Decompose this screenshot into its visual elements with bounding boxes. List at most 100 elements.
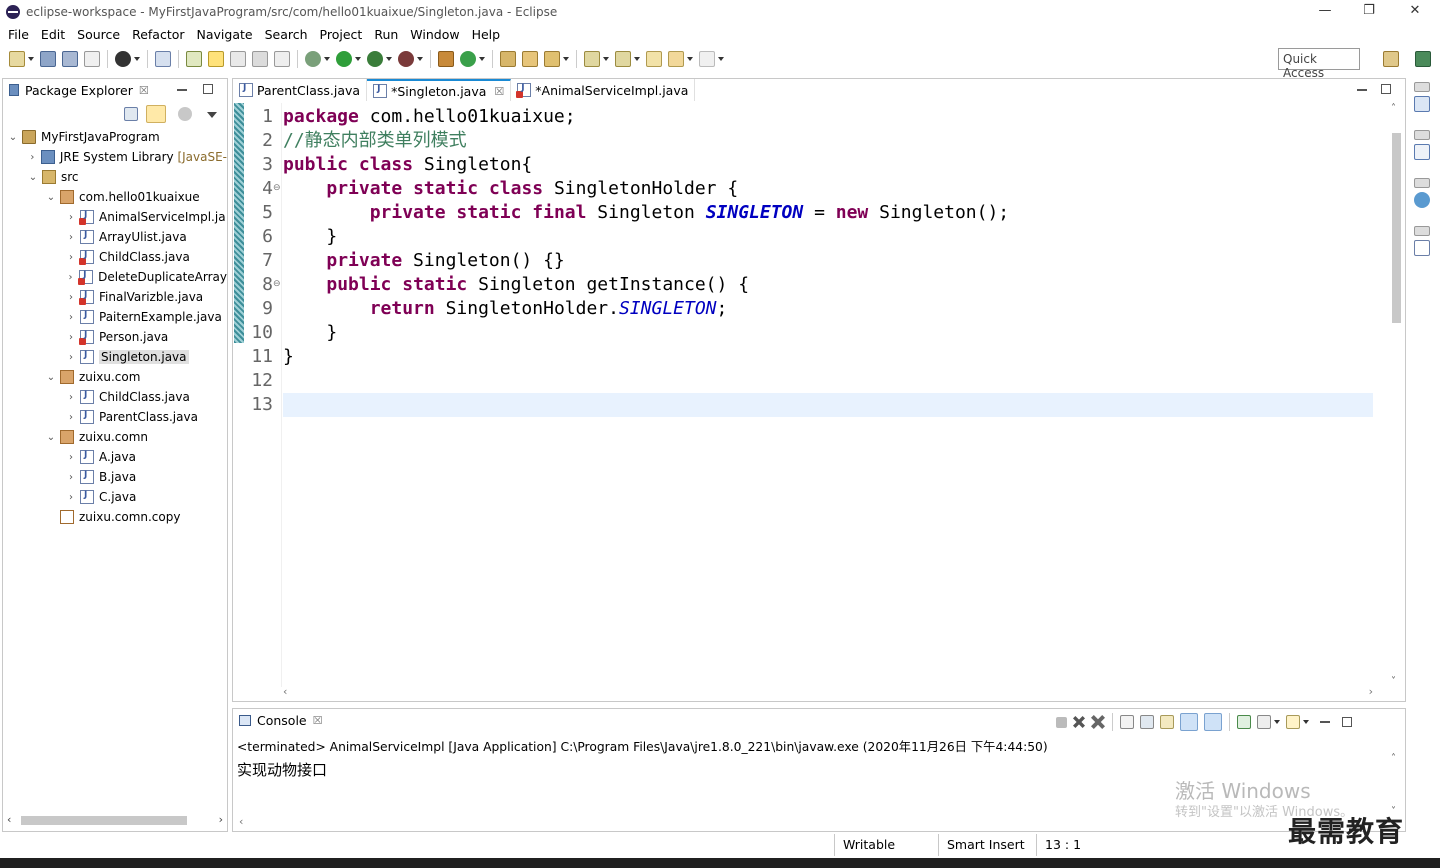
chevron-down-icon[interactable]: ⌄ (45, 192, 57, 203)
back-icon[interactable] (668, 51, 684, 67)
code-line[interactable]: private Singleton() {} (283, 249, 1373, 273)
tree-item-file[interactable]: › Person.java (3, 327, 227, 347)
fold-toggle-icon[interactable]: ⊖ (273, 183, 281, 193)
task-list-icon[interactable] (1414, 144, 1430, 160)
chevron-down-icon[interactable] (563, 57, 569, 61)
scroll-down-icon[interactable]: ˅ (1391, 676, 1396, 687)
remove-all-launches-icon[interactable] (1091, 715, 1105, 729)
chevron-right-icon[interactable]: › (65, 472, 77, 483)
code-line[interactable]: public static Singleton getInstance() { (283, 273, 1373, 297)
save-icon[interactable] (40, 51, 56, 67)
chevron-down-icon[interactable] (28, 57, 34, 61)
restore-view-icon[interactable] (1414, 130, 1430, 140)
chevron-down-icon[interactable] (634, 57, 640, 61)
clear-console-icon[interactable] (1120, 715, 1134, 729)
tree-item-file[interactable]: › ParentClass.java (3, 407, 227, 427)
new-java-class-icon[interactable] (460, 51, 476, 67)
run-icon[interactable] (336, 51, 352, 67)
new-icon[interactable] (9, 51, 25, 67)
menu-refactor[interactable]: Refactor (128, 27, 192, 42)
scroll-left-icon[interactable]: ‹ (239, 815, 243, 828)
scrollbar-thumb[interactable] (21, 816, 187, 825)
chevron-right-icon[interactable]: › (65, 452, 77, 463)
tree-item-package[interactable]: zuixu.comn.copy (3, 507, 227, 527)
chevron-down-icon[interactable] (386, 57, 392, 61)
scroll-lock-icon[interactable] (1140, 715, 1154, 729)
chevron-right-icon[interactable]: › (65, 332, 77, 343)
collapse-all-icon[interactable] (124, 107, 138, 121)
menu-edit[interactable]: Edit (37, 27, 73, 42)
open-perspective-icon[interactable] (1383, 51, 1399, 67)
tree-item-file[interactable]: › AnimalServiceImpl.ja (3, 207, 227, 227)
console-vscroll[interactable]: ˄ ˅ (1389, 753, 1403, 817)
scrollbar-thumb[interactable] (1392, 133, 1401, 323)
menu-window[interactable]: Window (406, 27, 467, 42)
tree-item-file[interactable]: › ChildClass.java (3, 247, 227, 267)
menu-run[interactable]: Run (370, 27, 406, 42)
chevron-right-icon[interactable]: › (65, 392, 77, 403)
tree-item-file-selected[interactable]: › Singleton.java (3, 347, 227, 367)
chevron-down-icon[interactable]: ⌄ (45, 432, 57, 443)
menu-file[interactable]: File (4, 27, 37, 42)
scroll-left-icon[interactable]: ‹ (283, 685, 287, 698)
java-perspective-icon[interactable] (1415, 51, 1431, 67)
tree-item-file[interactable]: › C.java (3, 487, 227, 507)
chevron-right-icon[interactable]: › (65, 232, 77, 243)
debug-icon[interactable] (305, 51, 321, 67)
code-line[interactable] (283, 369, 1373, 393)
link-with-editor-icon[interactable] (146, 105, 166, 123)
open-console-icon[interactable] (1286, 715, 1300, 729)
external-tools-icon[interactable] (398, 51, 414, 67)
tree-item-jre[interactable]: › JRE System Library [JavaSE- (3, 147, 227, 167)
chevron-down-icon[interactable] (134, 57, 140, 61)
close-icon[interactable]: ☒ (139, 84, 149, 97)
menu-project[interactable]: Project (316, 27, 371, 42)
debug-profile-icon[interactable] (115, 51, 131, 67)
tree-item-package[interactable]: ⌄ zuixu.com (3, 367, 227, 387)
code-line[interactable] (283, 393, 1373, 417)
restore-view-icon[interactable] (1414, 178, 1430, 188)
scroll-right-icon[interactable]: › (1369, 685, 1373, 698)
tree-item-file[interactable]: › B.java (3, 467, 227, 487)
restore-button[interactable]: ❐ (1346, 0, 1392, 24)
chevron-down-icon[interactable] (1303, 720, 1309, 724)
restore-view-icon[interactable] (1414, 226, 1430, 236)
code-line[interactable]: } (283, 321, 1373, 345)
block-selection-icon[interactable] (252, 51, 268, 67)
print-icon[interactable] (84, 51, 100, 67)
forward-icon[interactable] (699, 51, 715, 67)
scroll-right-icon[interactable]: › (219, 813, 223, 826)
scroll-left-icon[interactable]: ‹ (7, 813, 11, 826)
chevron-right-icon[interactable]: › (65, 212, 77, 223)
console-output[interactable]: 实现动物接口 (237, 759, 327, 780)
tab-singleton[interactable]: *Singleton.java ☒ (367, 79, 512, 101)
previous-annotation-icon[interactable] (615, 51, 631, 67)
code-text-area[interactable]: package com.hello01kuaixue;//静态内部类单列模式 pu… (283, 105, 1373, 417)
close-button[interactable]: ✕ (1392, 0, 1438, 24)
show-console-on-stdout-icon[interactable] (1180, 713, 1198, 731)
code-line[interactable]: } (283, 225, 1373, 249)
tree-item-package[interactable]: ⌄ com.hello01kuaixue (3, 187, 227, 207)
word-wrap-icon[interactable] (1160, 715, 1174, 729)
minimize-view-icon[interactable] (1320, 721, 1330, 723)
console-hscroll[interactable]: ‹ (237, 815, 1387, 829)
last-edit-location-icon[interactable] (646, 51, 662, 67)
restore-view-icon[interactable] (1414, 82, 1430, 92)
tree-item-file[interactable]: › ArrayUlist.java (3, 227, 227, 247)
open-folder-icon[interactable] (500, 51, 516, 67)
code-line[interactable]: public class Singleton{ (283, 153, 1373, 177)
search-icon[interactable] (544, 51, 560, 67)
tree-item-file[interactable]: › DeleteDuplicateArray (3, 267, 227, 287)
menu-search[interactable]: Search (261, 27, 316, 42)
chevron-down-icon[interactable] (603, 57, 609, 61)
chevron-right-icon[interactable]: › (65, 292, 77, 303)
status-cursor-position[interactable]: 13 : 1 (1036, 834, 1132, 856)
code-line[interactable]: private static final Singleton SINGLETON… (283, 201, 1373, 225)
chevron-down-icon[interactable] (417, 57, 423, 61)
save-all-icon[interactable] (62, 51, 78, 67)
chevron-right-icon[interactable]: › (65, 352, 77, 363)
tree-item-project[interactable]: ⌄ MyFirstJavaProgram (3, 127, 227, 147)
maximize-view-icon[interactable] (1342, 717, 1352, 727)
menu-source[interactable]: Source (73, 27, 128, 42)
show-console-on-stderr-icon[interactable] (1204, 713, 1222, 731)
